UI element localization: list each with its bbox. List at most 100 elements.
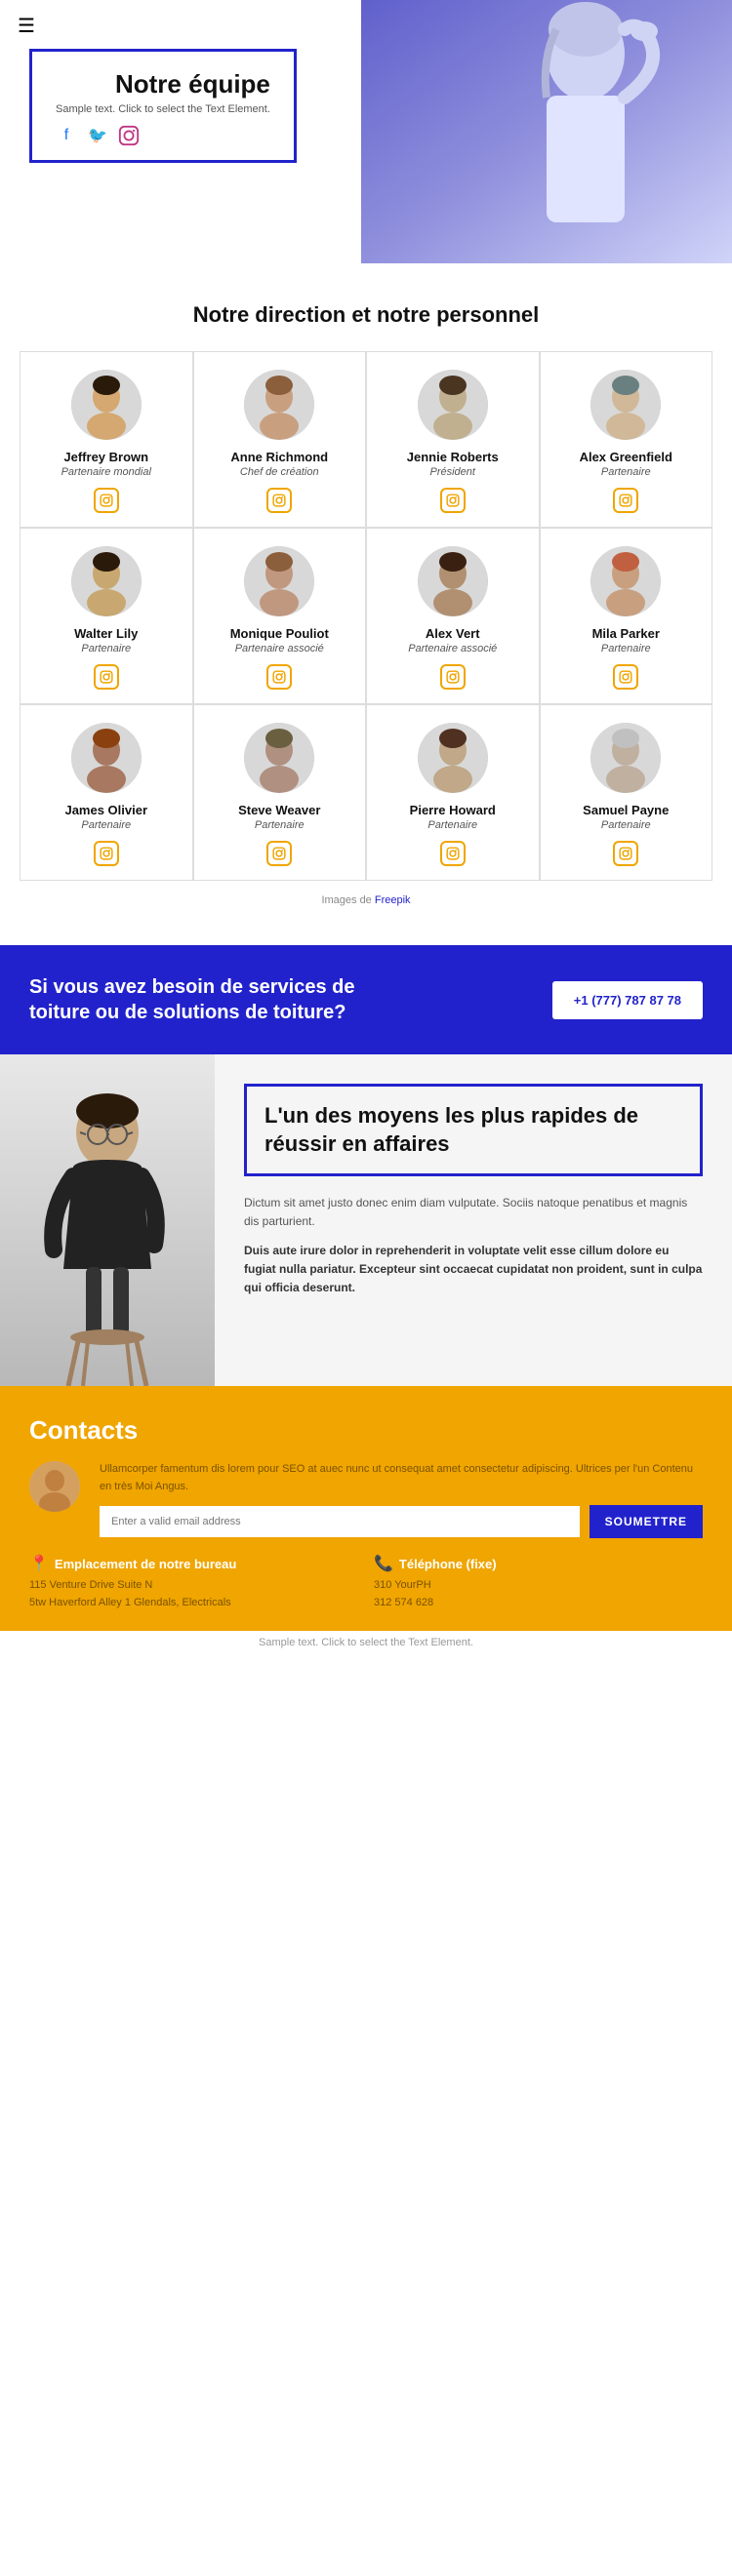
- phone-icon: 📞: [374, 1554, 393, 1573]
- team-role: Partenaire: [377, 819, 529, 831]
- team-card: Alex Greenfield Partenaire: [540, 351, 713, 528]
- instagram-team-icon[interactable]: [440, 488, 466, 513]
- team-role: Partenaire associé: [204, 643, 356, 654]
- avatar-svg: [590, 546, 661, 616]
- cta-text: Si vous avez besoin de services de toitu…: [29, 974, 390, 1025]
- team-role: Partenaire: [30, 819, 183, 831]
- instagram-team-icon[interactable]: [440, 664, 466, 690]
- contacts-footer: Contacts Ullamcorper famentum dis lorem …: [0, 1386, 732, 1631]
- instagram-team-icon[interactable]: [94, 664, 119, 690]
- team-avatar: [418, 370, 488, 440]
- team-card: Steve Weaver Partenaire: [193, 704, 367, 881]
- team-role: Chef de création: [204, 466, 356, 478]
- avatar-svg: [71, 546, 142, 616]
- team-grid: Jeffrey Brown Partenaire mondial Anne Ri…: [20, 351, 712, 881]
- business-box: L'un des moyens les plus rapides de réus…: [244, 1084, 703, 1176]
- team-avatar: [418, 723, 488, 793]
- header-box: Notre équipe Sample text. Click to selec…: [29, 49, 297, 163]
- contacts-info: Ullamcorper famentum dis lorem pour SEO …: [100, 1461, 703, 1538]
- contacts-email-row: SOUMETTRE: [100, 1505, 703, 1538]
- avatar-svg: [418, 723, 488, 793]
- submit-button[interactable]: SOUMETTRE: [590, 1505, 703, 1538]
- contacts-grid: 📍 Emplacement de notre bureau 115 Ventur…: [29, 1554, 703, 1611]
- team-avatar: [71, 723, 142, 793]
- team-avatar: [71, 370, 142, 440]
- team-card: Walter Lily Partenaire: [20, 528, 193, 704]
- team-avatar: [590, 723, 661, 793]
- direction-title: Notre direction et notre personnel: [20, 302, 712, 328]
- instagram-team-icon[interactable]: [266, 488, 292, 513]
- cta-banner: Si vous avez besoin de services de toitu…: [0, 945, 732, 1054]
- team-card: Samuel Payne Partenaire: [540, 704, 713, 881]
- instagram-team-icon[interactable]: [266, 664, 292, 690]
- contacts-avatar-svg: [29, 1461, 80, 1512]
- team-role: Partenaire: [30, 643, 183, 654]
- map-icon: 📍: [29, 1554, 49, 1573]
- team-card: Jeffrey Brown Partenaire mondial: [20, 351, 193, 528]
- instagram-team-icon[interactable]: [94, 841, 119, 866]
- business-content: L'un des moyens les plus rapides de réus…: [215, 1054, 732, 1386]
- business-title: L'un des moyens les plus rapides de réus…: [264, 1102, 682, 1158]
- instagram-team-icon[interactable]: [613, 841, 638, 866]
- instagram-team-icon[interactable]: [613, 664, 638, 690]
- instagram-icon[interactable]: [118, 125, 140, 146]
- team-role: Partenaire: [550, 643, 703, 654]
- freepik-note: Images de Freepik: [20, 894, 712, 906]
- team-card: Mila Parker Partenaire: [540, 528, 713, 704]
- business-person-svg: [0, 1054, 215, 1386]
- contacts-info-text: Ullamcorper famentum dis lorem pour SEO …: [100, 1461, 703, 1495]
- avatar-svg: [244, 370, 314, 440]
- header-photo: [361, 0, 732, 263]
- team-card: Alex Vert Partenaire associé: [366, 528, 540, 704]
- instagram-team-icon[interactable]: [266, 841, 292, 866]
- business-section: L'un des moyens les plus rapides de réus…: [0, 1054, 732, 1386]
- team-card: Anne Richmond Chef de création: [193, 351, 367, 528]
- team-name: Jennie Roberts: [377, 450, 529, 464]
- avatar-svg: [590, 723, 661, 793]
- contacts-phone-title: 📞 Téléphone (fixe): [374, 1554, 703, 1573]
- direction-section: Notre direction et notre personnel Jeffr…: [0, 263, 732, 926]
- header-hero-svg: [361, 0, 732, 263]
- team-name: Anne Richmond: [204, 450, 356, 464]
- contacts-phone1: 310 YourPH: [374, 1577, 703, 1595]
- freepik-link[interactable]: Freepik: [375, 894, 411, 906]
- team-name: Steve Weaver: [204, 803, 356, 817]
- header-content: Notre équipe Sample text. Click to selec…: [29, 49, 297, 163]
- team-name: Alex Vert: [377, 626, 529, 641]
- avatar-svg: [418, 546, 488, 616]
- contacts-address-col: 📍 Emplacement de notre bureau 115 Ventur…: [29, 1554, 358, 1611]
- team-name: Jeffrey Brown: [30, 450, 183, 464]
- instagram-team-icon[interactable]: [440, 841, 466, 866]
- twitter-icon[interactable]: 🐦: [87, 125, 108, 146]
- business-text2: Duis aute irure dolor in reprehenderit i…: [244, 1242, 703, 1298]
- team-role: Partenaire: [550, 466, 703, 478]
- facebook-icon[interactable]: f: [56, 125, 77, 146]
- hamburger-menu[interactable]: ☰: [18, 14, 35, 38]
- contacts-phone-col: 📞 Téléphone (fixe) 310 YourPH 312 574 62…: [374, 1554, 703, 1611]
- team-name: Samuel Payne: [550, 803, 703, 817]
- team-name: Mila Parker: [550, 626, 703, 641]
- avatar-svg: [244, 723, 314, 793]
- avatar-svg: [71, 723, 142, 793]
- instagram-team-icon[interactable]: [613, 488, 638, 513]
- business-text1: Dictum sit amet justo donec enim diam vu…: [244, 1194, 703, 1231]
- team-role: Partenaire: [204, 819, 356, 831]
- team-avatar: [590, 370, 661, 440]
- team-card: Jennie Roberts Président: [366, 351, 540, 528]
- team-card: James Olivier Partenaire: [20, 704, 193, 881]
- header-section: ☰ Notre équipe Sample text. Click to sel…: [0, 0, 732, 263]
- contacts-phone2: 312 574 628: [374, 1595, 703, 1612]
- team-name: Alex Greenfield: [550, 450, 703, 464]
- team-avatar: [418, 546, 488, 616]
- contacts-top: Ullamcorper famentum dis lorem pour SEO …: [29, 1461, 703, 1538]
- instagram-team-icon[interactable]: [94, 488, 119, 513]
- avatar-svg: [71, 370, 142, 440]
- team-card: Monique Pouliot Partenaire associé: [193, 528, 367, 704]
- email-input[interactable]: [100, 1506, 580, 1537]
- team-avatar: [71, 546, 142, 616]
- team-role: Partenaire: [550, 819, 703, 831]
- team-name: Monique Pouliot: [204, 626, 356, 641]
- team-avatar: [244, 546, 314, 616]
- avatar-svg: [418, 370, 488, 440]
- cta-phone-button[interactable]: +1 (777) 787 87 78: [552, 981, 703, 1019]
